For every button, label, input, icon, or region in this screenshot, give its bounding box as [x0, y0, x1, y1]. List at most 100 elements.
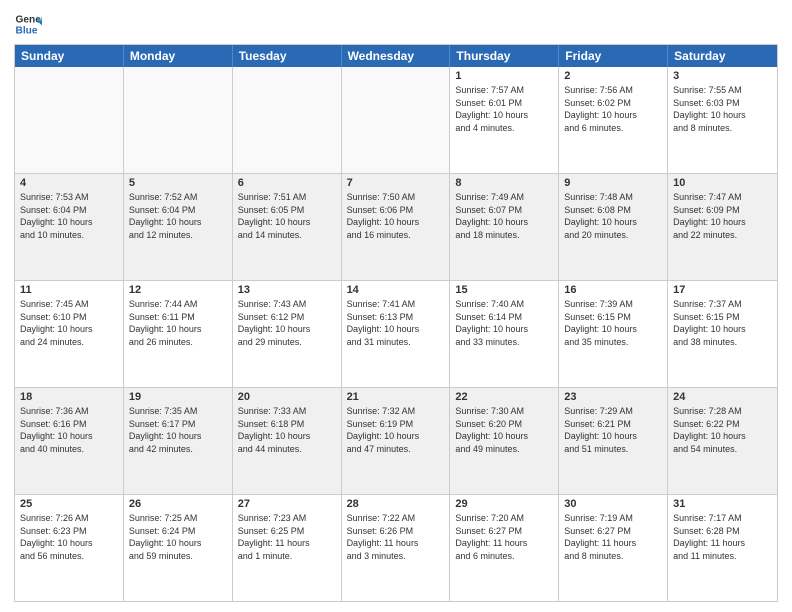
- day-info: Sunrise: 7:52 AM Sunset: 6:04 PM Dayligh…: [129, 191, 227, 241]
- calendar-header-cell: Wednesday: [342, 45, 451, 67]
- day-number: 2: [564, 70, 662, 82]
- day-info: Sunrise: 7:32 AM Sunset: 6:19 PM Dayligh…: [347, 405, 445, 455]
- day-number: 3: [673, 70, 772, 82]
- calendar-cell: 10Sunrise: 7:47 AM Sunset: 6:09 PM Dayli…: [668, 174, 777, 280]
- day-number: 25: [20, 498, 118, 510]
- calendar-row: 18 Sunrise: 7:36 AM Sunset: 6:16 PM Dayli…: [15, 387, 777, 494]
- day-number: 9: [564, 177, 662, 189]
- day-info: Sunrise: 7:48 AM Sunset: 6:08 PM Dayligh…: [564, 191, 662, 241]
- calendar-row: 4Sunrise: 7:53 AM Sunset: 6:04 PM Daylig…: [15, 173, 777, 280]
- day-info: Sunrise: 7:57 AM Sunset: 6:01 PM Dayligh…: [455, 84, 553, 134]
- day-info: Sunrise: 7:29 AM Sunset: 6:21 PM Dayligh…: [564, 405, 662, 455]
- calendar-cell: [124, 67, 233, 173]
- day-number: 22: [455, 391, 553, 403]
- logo: General Blue: [14, 10, 42, 38]
- calendar-cell: 28 Sunrise: 7:22 AM Sunset: 6:26 PM Dayli…: [342, 495, 451, 601]
- calendar-cell: 31 Sunrise: 7:17 AM Sunset: 6:28 PM Dayli…: [668, 495, 777, 601]
- calendar-cell: 29 Sunrise: 7:20 AM Sunset: 6:27 PM Dayli…: [450, 495, 559, 601]
- calendar-cell: 1Sunrise: 7:57 AM Sunset: 6:01 PM Daylig…: [450, 67, 559, 173]
- calendar-header-cell: Thursday: [450, 45, 559, 67]
- calendar-cell: 8 Sunrise: 7:49 AM Sunset: 6:07 PM Daylig…: [450, 174, 559, 280]
- day-info: Sunrise: 7:19 AM Sunset: 6:27 PM Dayligh…: [564, 512, 662, 562]
- calendar-header-cell: Saturday: [668, 45, 777, 67]
- calendar-cell: 30 Sunrise: 7:19 AM Sunset: 6:27 PM Dayli…: [559, 495, 668, 601]
- calendar-cell: 24Sunrise: 7:28 AM Sunset: 6:22 PM Dayli…: [668, 388, 777, 494]
- calendar-cell: 11 Sunrise: 7:45 AM Sunset: 6:10 PM Dayli…: [15, 281, 124, 387]
- day-info: Sunrise: 7:23 AM Sunset: 6:25 PM Dayligh…: [238, 512, 336, 562]
- calendar-cell: 25 Sunrise: 7:26 AM Sunset: 6:23 PM Dayli…: [15, 495, 124, 601]
- day-info: Sunrise: 7:44 AM Sunset: 6:11 PM Dayligh…: [129, 298, 227, 348]
- day-number: 29: [455, 498, 553, 510]
- calendar-row: 25 Sunrise: 7:26 AM Sunset: 6:23 PM Dayli…: [15, 494, 777, 601]
- day-number: 14: [347, 284, 445, 296]
- calendar-cell: 3 Sunrise: 7:55 AM Sunset: 6:03 PM Daylig…: [668, 67, 777, 173]
- day-info: Sunrise: 7:51 AM Sunset: 6:05 PM Dayligh…: [238, 191, 336, 241]
- calendar-cell: 23 Sunrise: 7:29 AM Sunset: 6:21 PM Dayli…: [559, 388, 668, 494]
- calendar-cell: 21 Sunrise: 7:32 AM Sunset: 6:19 PM Dayli…: [342, 388, 451, 494]
- day-number: 28: [347, 498, 445, 510]
- calendar-cell: 18 Sunrise: 7:36 AM Sunset: 6:16 PM Dayli…: [15, 388, 124, 494]
- calendar-cell: 2 Sunrise: 7:56 AM Sunset: 6:02 PM Daylig…: [559, 67, 668, 173]
- page: General Blue SundayMondayTuesdayWednesda…: [0, 0, 792, 612]
- day-number: 4: [20, 177, 118, 189]
- calendar-cell: 16Sunrise: 7:39 AM Sunset: 6:15 PM Dayli…: [559, 281, 668, 387]
- day-number: 30: [564, 498, 662, 510]
- calendar-cell: 20 Sunrise: 7:33 AM Sunset: 6:18 PM Dayli…: [233, 388, 342, 494]
- day-number: 21: [347, 391, 445, 403]
- calendar-cell: [342, 67, 451, 173]
- day-info: Sunrise: 7:50 AM Sunset: 6:06 PM Dayligh…: [347, 191, 445, 241]
- day-info: Sunrise: 7:47 AM Sunset: 6:09 PM Dayligh…: [673, 191, 772, 241]
- day-number: 12: [129, 284, 227, 296]
- day-number: 18: [20, 391, 118, 403]
- day-number: 26: [129, 498, 227, 510]
- calendar-row: 1Sunrise: 7:57 AM Sunset: 6:01 PM Daylig…: [15, 67, 777, 173]
- day-info: Sunrise: 7:37 AM Sunset: 6:15 PM Dayligh…: [673, 298, 772, 348]
- day-info: Sunrise: 7:45 AM Sunset: 6:10 PM Dayligh…: [20, 298, 118, 348]
- day-number: 15: [455, 284, 553, 296]
- calendar-header-cell: Monday: [124, 45, 233, 67]
- day-number: 23: [564, 391, 662, 403]
- day-number: 11: [20, 284, 118, 296]
- calendar-cell: 19Sunrise: 7:35 AM Sunset: 6:17 PM Dayli…: [124, 388, 233, 494]
- day-number: 24: [673, 391, 772, 403]
- calendar-cell: [15, 67, 124, 173]
- day-number: 8: [455, 177, 553, 189]
- calendar-cell: 12 Sunrise: 7:44 AM Sunset: 6:11 PM Dayli…: [124, 281, 233, 387]
- day-number: 5: [129, 177, 227, 189]
- day-info: Sunrise: 7:56 AM Sunset: 6:02 PM Dayligh…: [564, 84, 662, 134]
- day-info: Sunrise: 7:40 AM Sunset: 6:14 PM Dayligh…: [455, 298, 553, 348]
- day-info: Sunrise: 7:22 AM Sunset: 6:26 PM Dayligh…: [347, 512, 445, 562]
- day-number: 20: [238, 391, 336, 403]
- day-info: Sunrise: 7:55 AM Sunset: 6:03 PM Dayligh…: [673, 84, 772, 134]
- calendar-cell: 17 Sunrise: 7:37 AM Sunset: 6:15 PM Dayli…: [668, 281, 777, 387]
- calendar-cell: 27 Sunrise: 7:23 AM Sunset: 6:25 PM Dayli…: [233, 495, 342, 601]
- day-info: Sunrise: 7:26 AM Sunset: 6:23 PM Dayligh…: [20, 512, 118, 562]
- day-info: Sunrise: 7:35 AM Sunset: 6:17 PM Dayligh…: [129, 405, 227, 455]
- calendar-cell: 13 Sunrise: 7:43 AM Sunset: 6:12 PM Dayli…: [233, 281, 342, 387]
- day-info: Sunrise: 7:36 AM Sunset: 6:16 PM Dayligh…: [20, 405, 118, 455]
- svg-text:Blue: Blue: [16, 25, 38, 36]
- day-info: Sunrise: 7:41 AM Sunset: 6:13 PM Dayligh…: [347, 298, 445, 348]
- day-number: 31: [673, 498, 772, 510]
- header: General Blue: [14, 10, 778, 38]
- day-info: Sunrise: 7:43 AM Sunset: 6:12 PM Dayligh…: [238, 298, 336, 348]
- calendar-cell: 6Sunrise: 7:51 AM Sunset: 6:05 PM Daylig…: [233, 174, 342, 280]
- day-info: Sunrise: 7:33 AM Sunset: 6:18 PM Dayligh…: [238, 405, 336, 455]
- day-number: 7: [347, 177, 445, 189]
- logo-icon: General Blue: [14, 10, 42, 38]
- calendar-cell: 9 Sunrise: 7:48 AM Sunset: 6:08 PM Daylig…: [559, 174, 668, 280]
- calendar-row: 11 Sunrise: 7:45 AM Sunset: 6:10 PM Dayli…: [15, 280, 777, 387]
- calendar-cell: 26Sunrise: 7:25 AM Sunset: 6:24 PM Dayli…: [124, 495, 233, 601]
- day-number: 17: [673, 284, 772, 296]
- calendar-header-cell: Tuesday: [233, 45, 342, 67]
- day-info: Sunrise: 7:30 AM Sunset: 6:20 PM Dayligh…: [455, 405, 553, 455]
- calendar-cell: 14 Sunrise: 7:41 AM Sunset: 6:13 PM Dayli…: [342, 281, 451, 387]
- day-number: 13: [238, 284, 336, 296]
- day-number: 27: [238, 498, 336, 510]
- day-info: Sunrise: 7:17 AM Sunset: 6:28 PM Dayligh…: [673, 512, 772, 562]
- day-info: Sunrise: 7:49 AM Sunset: 6:07 PM Dayligh…: [455, 191, 553, 241]
- day-info: Sunrise: 7:20 AM Sunset: 6:27 PM Dayligh…: [455, 512, 553, 562]
- calendar-header-cell: Friday: [559, 45, 668, 67]
- calendar-cell: 22 Sunrise: 7:30 AM Sunset: 6:20 PM Dayli…: [450, 388, 559, 494]
- calendar-cell: [233, 67, 342, 173]
